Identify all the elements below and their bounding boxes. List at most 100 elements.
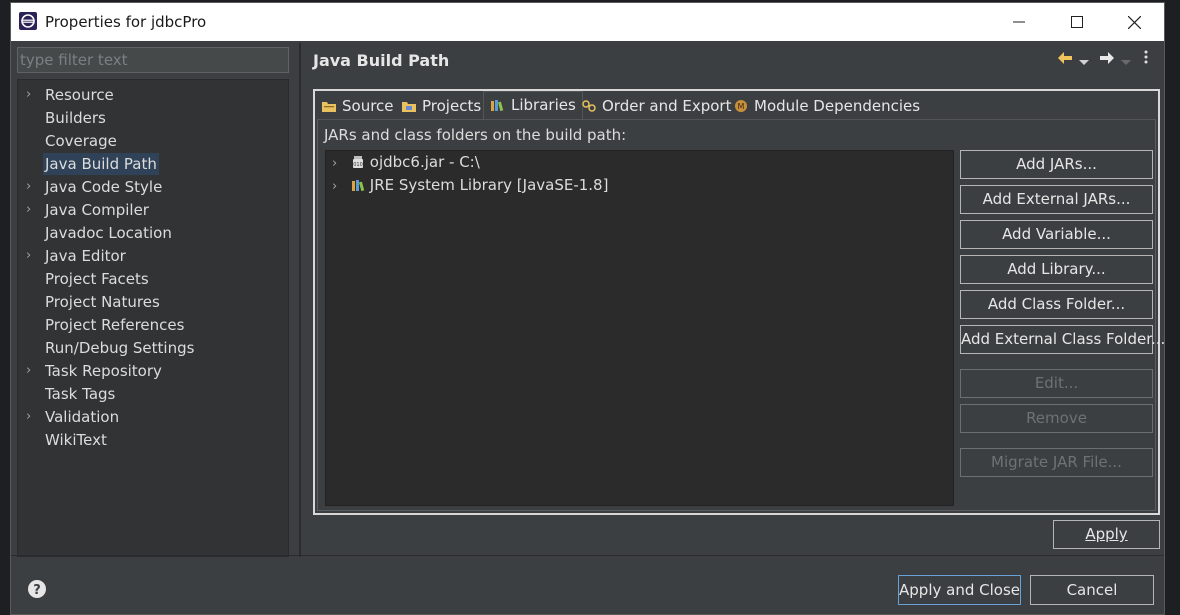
cancel-button[interactable]: Cancel <box>1030 575 1154 605</box>
panel-splitter[interactable] <box>299 43 301 557</box>
sidebar-item-label: Java Code Style <box>45 178 163 196</box>
svg-text:M: M <box>738 102 745 111</box>
library-entry-ojdbc6[interactable]: › 010 ojdbc6.jar - C:\ <box>332 151 480 173</box>
migrate-jar-button[interactable]: Migrate JAR File... <box>960 448 1153 477</box>
tab-source-label: Source <box>342 97 394 115</box>
build-path-tabs: Source Projects Libraries Order and Expo… <box>313 89 1165 515</box>
expand-chevron-icon[interactable]: › <box>26 406 38 428</box>
libraries-tab-content: JARs and class folders on the build path… <box>317 119 1165 511</box>
sidebar-item-project-references[interactable]: Project References <box>18 314 288 336</box>
library-entry-jre[interactable]: › JRE System Library [JavaSE-1.8] <box>332 174 608 196</box>
library-tree[interactable]: › 010 ojdbc6.jar - C:\ › JRE System Libra… <box>325 150 954 506</box>
properties-dialog: Properties for jdbcPro type filter text … <box>10 2 1165 615</box>
apply-and-close-button[interactable]: Apply and Close <box>898 575 1021 605</box>
tab-order-and-export[interactable]: Order and Export <box>581 93 732 119</box>
minimize-icon <box>1013 21 1025 23</box>
sidebar-item-label: Validation <box>45 408 120 426</box>
sidebar-item-label: Coverage <box>45 132 117 150</box>
expand-chevron-icon[interactable]: › <box>26 360 38 382</box>
sidebar-item-label: WikiText <box>45 431 107 449</box>
source-folder-icon <box>322 102 336 112</box>
back-arrow-icon[interactable] <box>1058 49 1072 69</box>
add-external-jars-button[interactable]: Add External JARs... <box>960 185 1153 214</box>
tab-module-dependencies[interactable]: M Module Dependencies <box>733 93 920 119</box>
sidebar-item-validation[interactable]: › Validation <box>18 406 288 428</box>
sidebar-item-java-editor[interactable]: › Java Editor <box>18 245 288 267</box>
title-bar: Properties for jdbcPro <box>11 3 1164 41</box>
sidebar-item-javadoc-location[interactable]: Javadoc Location <box>18 222 288 244</box>
library-entry-label: JRE System Library [JavaSE-1.8] <box>369 176 609 194</box>
expand-chevron-icon[interactable]: › <box>332 153 346 175</box>
sidebar-item-label: Java Compiler <box>45 201 149 219</box>
add-class-folder-button[interactable]: Add Class Folder... <box>960 290 1153 319</box>
apply-label: Apply <box>1085 525 1128 543</box>
apply-button[interactable]: Apply <box>1053 520 1160 549</box>
sidebar-item-label: Java Editor <box>45 247 126 265</box>
sidebar-item-label: Java Build Path <box>43 153 159 175</box>
tab-module-dependencies-label: Module Dependencies <box>754 97 921 115</box>
background-window-strip <box>1165 0 1180 615</box>
tab-projects-label: Projects <box>422 97 482 115</box>
back-menu-chevron-icon[interactable] <box>1079 51 1089 71</box>
sidebar-item-task-repository[interactable]: › Task Repository <box>18 360 288 382</box>
close-icon <box>1127 15 1141 29</box>
sidebar-item-label: Project References <box>45 316 185 334</box>
forward-arrow-icon[interactable] <box>1100 49 1114 69</box>
add-jars-button[interactable]: Add JARs... <box>960 150 1153 179</box>
sidebar-item-task-tags[interactable]: Task Tags <box>18 383 288 405</box>
expand-chevron-icon[interactable]: › <box>26 199 38 221</box>
library-entry-label: ojdbc6.jar - C:\ <box>369 153 480 171</box>
build-path-caption: JARs and class folders on the build path… <box>324 126 627 144</box>
projects-icon <box>402 102 416 112</box>
order-export-icon <box>582 100 596 112</box>
expand-chevron-icon[interactable]: › <box>26 84 38 106</box>
library-icon <box>351 180 365 192</box>
remove-button[interactable]: Remove <box>960 404 1153 433</box>
forward-menu-chevron-icon[interactable] <box>1121 51 1131 71</box>
help-icon[interactable]: ? <box>27 579 47 599</box>
tab-source[interactable]: Source <box>321 93 394 119</box>
filter-input[interactable]: type filter text <box>17 47 289 73</box>
module-icon: M <box>735 100 747 112</box>
sidebar-item-run-debug-settings[interactable]: Run/Debug Settings <box>18 337 288 359</box>
sidebar-item-java-build-path[interactable]: Java Build Path <box>18 153 288 175</box>
sidebar-item-label: Run/Debug Settings <box>45 339 195 357</box>
expand-chevron-icon[interactable]: › <box>332 176 346 198</box>
close-button[interactable] <box>1111 9 1157 35</box>
eclipse-app-icon <box>19 12 37 30</box>
jar-icon: 010 <box>352 156 363 168</box>
sidebar-item-coverage[interactable]: Coverage <box>18 130 288 152</box>
minimize-button[interactable] <box>996 9 1042 35</box>
expand-chevron-icon[interactable]: › <box>26 176 38 198</box>
window-title: Properties for jdbcPro <box>45 13 207 31</box>
add-library-button[interactable]: Add Library... <box>960 255 1153 284</box>
sidebar-item-label: Task Repository <box>45 362 162 380</box>
tab-projects[interactable]: Projects <box>401 93 481 119</box>
sidebar-item-wikitext[interactable]: WikiText <box>18 429 288 451</box>
sidebar-item-java-code-style[interactable]: › Java Code Style <box>18 176 288 198</box>
edit-button[interactable]: Edit... <box>960 369 1153 398</box>
sidebar-item-label: Javadoc Location <box>45 224 172 242</box>
svg-text:010: 010 <box>353 162 363 168</box>
sidebar-item-label: Resource <box>45 86 114 104</box>
sidebar-item-project-facets[interactable]: Project Facets <box>18 268 288 290</box>
tab-libraries[interactable]: Libraries <box>483 91 583 120</box>
sidebar-item-java-compiler[interactable]: › Java Compiler <box>18 199 288 221</box>
tab-order-and-export-label: Order and Export <box>602 97 732 115</box>
sidebar-item-label: Project Facets <box>45 270 149 288</box>
maximize-button[interactable] <box>1054 9 1100 35</box>
svg-text:?: ? <box>33 583 41 598</box>
sidebar-item-resource[interactable]: › Resource <box>18 84 288 106</box>
add-external-class-folder-button[interactable]: Add External Class Folder... <box>960 325 1165 354</box>
view-menu-icon[interactable] <box>1144 49 1148 69</box>
tab-libraries-label: Libraries <box>511 96 576 114</box>
sidebar-item-label: Builders <box>45 109 106 127</box>
expand-chevron-icon[interactable]: › <box>26 245 38 267</box>
footer-separator <box>11 555 1164 556</box>
sidebar-item-label: Project Natures <box>45 293 160 311</box>
sidebar-item-project-natures[interactable]: Project Natures <box>18 291 288 313</box>
add-variable-button[interactable]: Add Variable... <box>960 220 1153 249</box>
sidebar-item-builders[interactable]: Builders <box>18 107 288 129</box>
libraries-icon <box>491 100 504 112</box>
page-title: Java Build Path <box>313 51 450 70</box>
